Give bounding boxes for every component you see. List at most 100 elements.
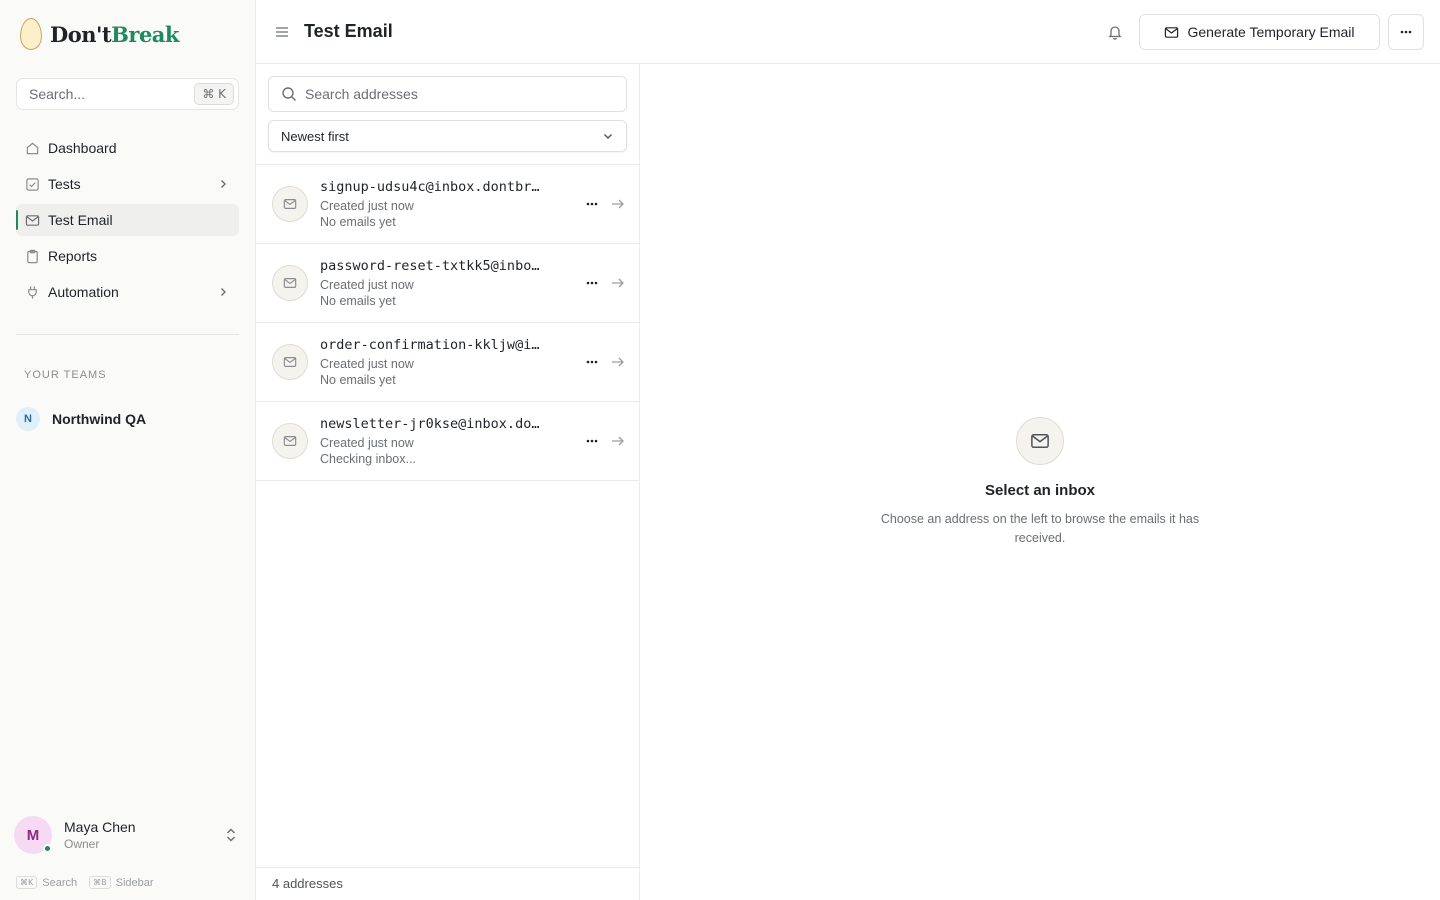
row-more-button[interactable]	[584, 354, 600, 370]
team-item-northwind[interactable]: N Northwind QA	[16, 407, 146, 431]
brand-logo[interactable]: Don'tBreak	[20, 18, 179, 50]
hint-search: ⌘K Search	[16, 876, 77, 889]
arrow-right-icon[interactable]	[610, 433, 626, 449]
mail-icon	[24, 212, 40, 228]
hint-key: ⌘K	[16, 876, 38, 889]
address-row[interactable]: newsletter-jr0kse@inbox.dontbreak.io Cre…	[256, 402, 639, 481]
search-icon	[282, 87, 296, 101]
generate-temporary-email-button[interactable]: Generate Temporary Email	[1139, 14, 1380, 50]
sidebar-nav: Dashboard Tests Test Email Reports Autom…	[16, 132, 239, 312]
address-status: Checking inbox...	[320, 452, 416, 466]
address-text: signup-udsu4c@inbox.dontbreak.io Created…	[320, 179, 540, 229]
chevron-right-icon	[221, 288, 226, 296]
address-row[interactable]: password-reset-txtkk5@inbox.dontbreak.io…	[256, 244, 639, 323]
arrow-right-icon[interactable]	[610, 196, 626, 212]
user-meta: Maya Chen Owner	[64, 819, 224, 851]
avatar: M	[14, 816, 52, 854]
clipboard-icon	[24, 248, 40, 264]
avatar-initial: M	[26, 826, 40, 844]
sidebar-item-dashboard[interactable]: Dashboard	[16, 132, 239, 164]
address-search-input[interactable]	[305, 86, 614, 102]
more-dots-icon	[586, 281, 598, 285]
more-dots-icon	[586, 202, 598, 206]
mail-icon	[272, 344, 308, 380]
address-text: newsletter-jr0kse@inbox.dontbreak.io Cre…	[320, 416, 540, 466]
chevron-right-icon	[221, 180, 226, 188]
sidebar-item-automation[interactable]: Automation	[16, 276, 239, 308]
plug-icon	[24, 284, 40, 300]
menu-icon[interactable]	[274, 24, 290, 40]
top-bar: Test Email Generate Temporary Email	[256, 0, 1440, 64]
app-root: Don'tBreak ⌘ K Dashboard Tests	[0, 0, 1440, 900]
address-row[interactable]: order-confirmation-kkljw@inbox.dontbreak…	[256, 323, 639, 402]
sidebar-item-label: Test Email	[48, 212, 113, 228]
inbox-empty-state: Select an inbox Choose an address on the…	[640, 64, 1440, 900]
hint-sidebar: ⌘B Sidebar	[89, 876, 154, 889]
hint-key: ⌘B	[89, 876, 111, 889]
bell-icon[interactable]	[1107, 24, 1123, 40]
mail-icon	[1016, 417, 1064, 465]
address-text: password-reset-txtkk5@inbox.dontbreak.io…	[320, 258, 540, 308]
row-more-button[interactable]	[584, 275, 600, 291]
brand-name: Don'tBreak	[50, 22, 179, 47]
arrow-right-icon[interactable]	[610, 275, 626, 291]
address-list-pane: Newest first signup-udsu4c@inbox.dontbre…	[256, 64, 640, 900]
sidebar-item-reports[interactable]: Reports	[16, 240, 239, 272]
home-icon	[24, 140, 40, 156]
sort-select-value: Newest first	[281, 128, 349, 144]
row-more-button[interactable]	[584, 433, 600, 449]
arrow-right-icon[interactable]	[610, 354, 626, 370]
mail-icon	[272, 423, 308, 459]
team-name: Northwind QA	[52, 411, 147, 427]
address-search	[268, 76, 627, 112]
main-content: Test Email Generate Temporary Email Newe…	[256, 0, 1440, 900]
brand-name-part2: Break	[111, 21, 179, 47]
address-row[interactable]: signup-udsu4c@inbox.dontbreak.io Created…	[256, 165, 639, 244]
chevron-down-icon	[604, 134, 612, 139]
address-status: No emails yet	[320, 215, 396, 229]
sidebar-item-test-email[interactable]: Test Email	[16, 204, 239, 236]
address-status: No emails yet	[320, 294, 396, 308]
brand-name-part1: Don't	[50, 21, 112, 47]
mail-icon	[272, 265, 308, 301]
sidebar-search-input[interactable]	[29, 86, 195, 102]
more-options-button[interactable]	[1388, 14, 1424, 50]
sidebar-item-label: Automation	[48, 284, 119, 300]
more-dots-icon	[1400, 30, 1412, 34]
empty-state-title: Select an inbox	[984, 482, 1096, 499]
user-name: Maya Chen	[64, 819, 136, 835]
page-title: Test Email	[304, 21, 393, 41]
address-email: signup-udsu4c@inbox.dontbreak.io	[320, 179, 540, 195]
sort-select[interactable]: Newest first	[268, 120, 627, 152]
more-dots-icon	[586, 439, 598, 443]
address-text: order-confirmation-kkljw@inbox.dontbreak…	[320, 337, 540, 387]
row-more-button[interactable]	[584, 196, 600, 212]
sidebar-search: ⌘ K	[16, 78, 239, 110]
hint-label: Sidebar	[115, 876, 154, 889]
online-status-dot	[43, 844, 52, 853]
address-email: password-reset-txtkk5@inbox.dontbreak.io	[320, 258, 540, 274]
sidebar-item-label: Dashboard	[48, 140, 117, 156]
generate-button-label: Generate Temporary Email	[1187, 24, 1355, 40]
address-created: Created just now	[320, 278, 414, 292]
address-created: Created just now	[320, 357, 414, 371]
mail-icon	[1165, 26, 1179, 38]
address-created: Created just now	[320, 436, 414, 450]
checkbox-icon	[24, 176, 40, 192]
sidebar-divider	[16, 334, 239, 335]
chevron-up-down-icon	[227, 828, 235, 842]
teams-heading: YOUR TEAMS	[24, 369, 107, 381]
address-count: 4 addresses	[256, 867, 639, 900]
egg-logo-icon	[20, 18, 42, 50]
address-email: newsletter-jr0kse@inbox.dontbreak.io	[320, 416, 540, 432]
address-status: No emails yet	[320, 373, 396, 387]
sidebar-item-label: Reports	[48, 248, 98, 264]
hint-label: Search	[42, 876, 78, 889]
user-menu[interactable]: M Maya Chen Owner	[14, 815, 242, 855]
user-role: Owner	[64, 837, 100, 851]
address-list: signup-udsu4c@inbox.dontbreak.io Created…	[256, 164, 639, 481]
address-created: Created just now	[320, 199, 414, 213]
team-avatar: N	[16, 407, 40, 431]
empty-state-description: Choose an address on the left to browse …	[880, 512, 1200, 545]
sidebar-item-tests[interactable]: Tests	[16, 168, 239, 200]
